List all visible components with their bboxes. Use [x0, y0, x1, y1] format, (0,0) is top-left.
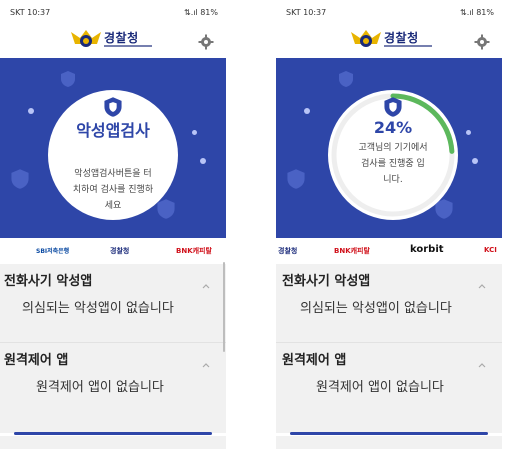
decor-dot: [192, 130, 197, 135]
gear-icon[interactable]: [198, 34, 214, 54]
status-time: SKT 10:37: [286, 8, 327, 17]
chevron-up-icon[interactable]: [478, 274, 486, 293]
bottom-bar: [14, 432, 212, 435]
partner-logo: korbit: [410, 244, 444, 255]
section-message: 원격제어 앱이 없습니다: [36, 380, 164, 395]
chevron-up-icon[interactable]: [202, 353, 210, 372]
status-time: SKT 10:37: [10, 8, 51, 17]
section-title: 원격제어 앱: [4, 353, 69, 368]
scrollbar[interactable]: [223, 262, 225, 352]
chevron-up-icon[interactable]: [478, 353, 486, 372]
remote-control-section[interactable]: 원격제어 앱 원격제어 앱이 없습니다: [0, 343, 226, 433]
scan-status-text: 고객님의 기기에서 검사를 진행중 입니다.: [358, 143, 428, 185]
gear-icon[interactable]: [474, 34, 490, 54]
screenshot-pair: SKT 10:37 ⇅.ıl 81% 경찰청 악성앱검사 악성앱검사버튼을 터치…: [0, 0, 505, 449]
status-signal-battery: ⇅.ıl 81%: [459, 8, 494, 17]
status-bar: SKT 10:37 ⇅.ıl 81%: [0, 6, 226, 20]
shield-decor-icon: [339, 71, 353, 87]
police-logo: 경찰청: [70, 26, 160, 54]
section-title: 원격제어 앱: [282, 353, 347, 368]
phone-screen-before-scan: SKT 10:37 ⇅.ıl 81% 경찰청 악성앱검사 악성앱검사버튼을 터치…: [0, 0, 226, 449]
phishing-app-section[interactable]: 전화사기 악성앱 의심되는 악성앱이 없습니다: [276, 264, 502, 342]
partner-strip: SBI저축은행 경찰청 BNK캐피탈: [0, 240, 226, 262]
shield-icon: [103, 96, 123, 122]
brand-name: 경찰청: [384, 31, 419, 45]
partner-logo: 경찰청: [110, 247, 130, 255]
partner-logo: BNK캐피탈: [176, 247, 212, 255]
partner-strip: 경찰청 BNK캐피탈 korbit KCI: [276, 240, 502, 262]
remote-control-section[interactable]: 원격제어 앱 원격제어 앱이 없습니다: [276, 343, 502, 433]
scan-progress-circle: 24% 고객님의 기기에서 검사를 진행중 입니다.: [328, 90, 458, 220]
partner-logo: 경찰청: [278, 247, 298, 255]
section-message: 의심되는 악성앱이 없습니다: [22, 301, 174, 316]
shield-decor-icon: [61, 71, 75, 87]
scan-percent: 24%: [373, 118, 413, 137]
scan-hero-panel: 악성앱검사 악성앱검사버튼을 터치하여 검사를 진행하세요: [0, 58, 226, 238]
partner-logo: BNK캐피탈: [334, 247, 370, 255]
brand-name: 경찰청: [104, 31, 139, 45]
partner-logo: KCI: [484, 246, 497, 254]
police-logo: 경찰청: [350, 26, 440, 54]
brand-subtitle-line: [384, 45, 432, 47]
decor-dot: [200, 158, 206, 164]
shield-decor-icon: [11, 169, 29, 189]
section-message: 원격제어 앱이 없습니다: [316, 380, 444, 395]
decor-dot: [304, 108, 310, 114]
section-title: 전화사기 악성앱: [4, 274, 93, 289]
section-message: 의심되는 악성앱이 없습니다: [300, 301, 452, 316]
chevron-up-icon[interactable]: [202, 274, 210, 293]
scan-button[interactable]: 악성앱검사 악성앱검사버튼을 터치하여 검사를 진행하세요: [48, 90, 178, 220]
scan-hero-panel: 24% 고객님의 기기에서 검사를 진행중 입니다.: [276, 58, 502, 238]
police-emblem-icon: [351, 30, 381, 47]
shield-decor-icon: [287, 169, 305, 189]
brand-subtitle-line: [104, 45, 152, 47]
section-title: 전화사기 악성앱: [282, 274, 371, 289]
bottom-tab: [276, 436, 502, 449]
status-bar: SKT 10:37 ⇅.ıl 81%: [276, 6, 502, 20]
partner-logo: SBI저축은행: [36, 248, 70, 255]
decor-dot: [472, 158, 478, 164]
bottom-tab: [0, 436, 226, 449]
scan-title: 악성앱검사: [76, 121, 150, 140]
police-emblem-icon: [71, 30, 101, 47]
bottom-bar: [290, 432, 488, 435]
app-bar: 경찰청: [276, 24, 502, 58]
app-bar: 경찰청: [0, 24, 226, 58]
decor-dot: [28, 108, 34, 114]
phishing-app-section[interactable]: 전화사기 악성앱 의심되는 악성앱이 없습니다: [0, 264, 226, 342]
phone-screen-scanning: SKT 10:37 ⇅.ıl 81% 경찰청 24% 고객님의 기기에서 검사를…: [276, 0, 502, 449]
scan-hint: 악성앱검사버튼을 터치하여 검사를 진행하세요: [72, 169, 154, 211]
status-signal-battery: ⇅.ıl 81%: [183, 8, 218, 17]
decor-dot: [466, 130, 471, 135]
